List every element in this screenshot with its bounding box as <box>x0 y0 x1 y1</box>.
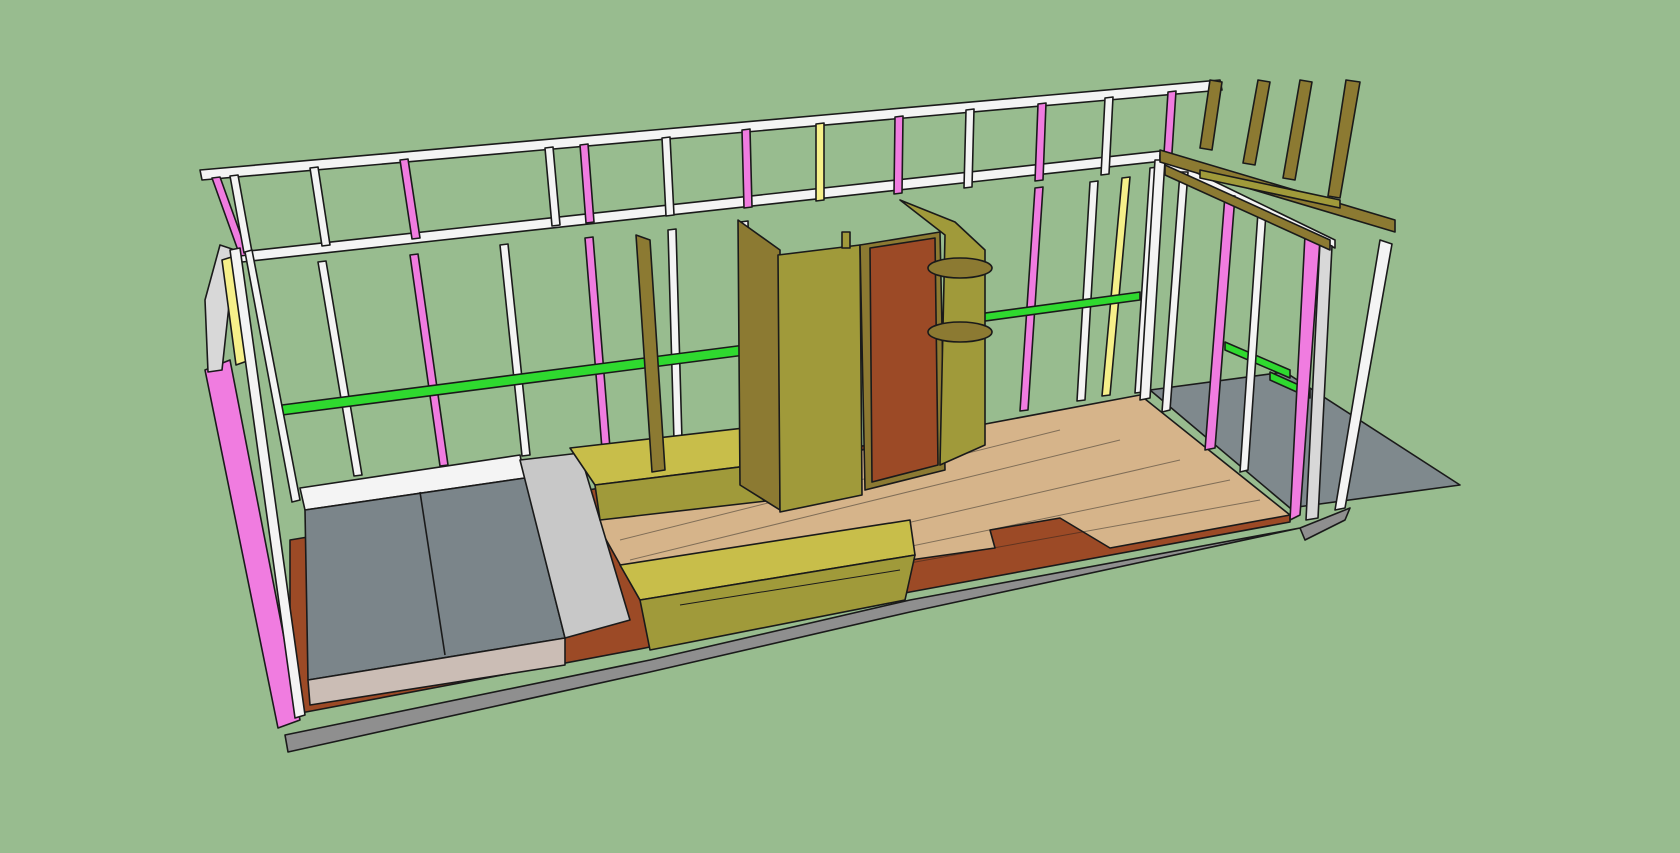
roof-rafters <box>1159 79 1396 251</box>
shelf <box>927 257 993 279</box>
shelf <box>927 321 993 343</box>
partition-panel <box>635 234 666 473</box>
tiny-house-model[interactable] <box>0 0 1680 853</box>
bed <box>299 452 631 706</box>
wardrobe-door <box>777 244 863 513</box>
model-viewport[interactable] <box>0 0 1680 853</box>
left-end-wall <box>204 244 306 729</box>
